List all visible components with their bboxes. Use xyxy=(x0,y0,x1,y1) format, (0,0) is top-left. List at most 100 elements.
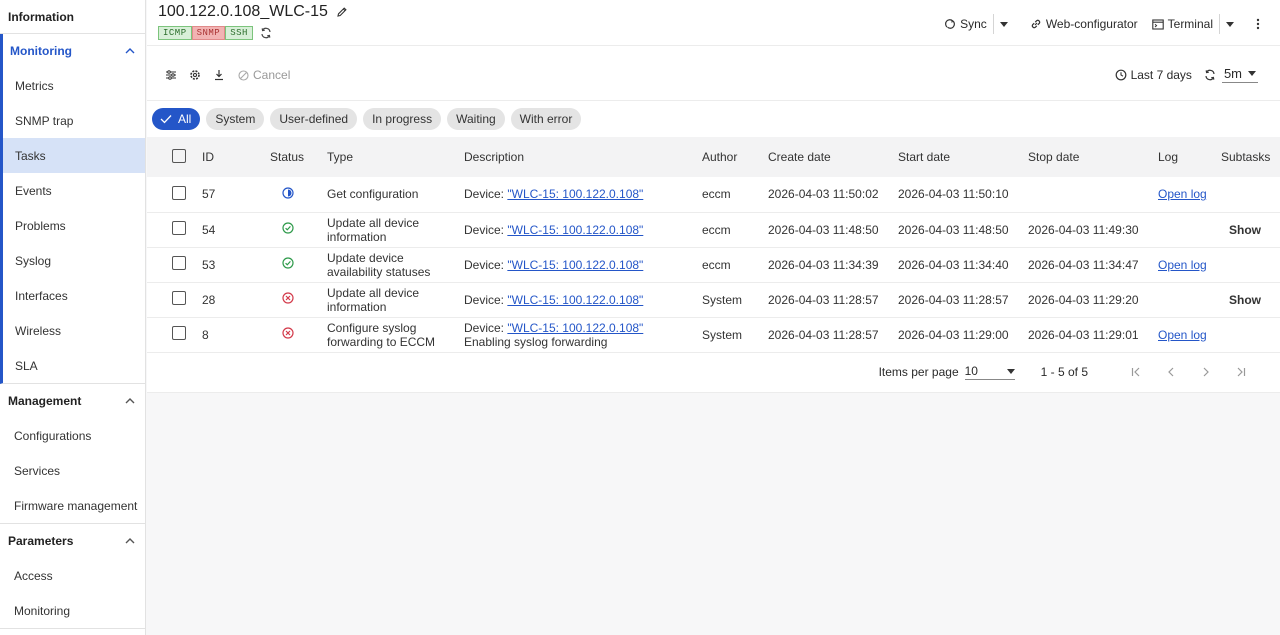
last-page-icon[interactable] xyxy=(1223,367,1258,377)
row-checkbox[interactable] xyxy=(172,185,186,200)
select-all-checkbox[interactable] xyxy=(172,148,186,163)
terminal-label: Terminal xyxy=(1167,17,1213,31)
sidebar-item-label: Monitoring xyxy=(14,603,71,618)
sidebar-item-sla[interactable]: SLA xyxy=(3,348,145,383)
device-link[interactable]: "WLC-15: 100.122.0.108" xyxy=(507,293,643,307)
sidebar-information[interactable]: Information xyxy=(0,0,145,34)
more-vertical-icon[interactable] xyxy=(1250,18,1266,30)
sync-dropdown-caret-icon[interactable] xyxy=(994,21,1014,27)
row-checkbox[interactable] xyxy=(172,256,186,270)
sidebar-item-metrics[interactable]: Metrics xyxy=(3,68,145,103)
sidebar-item-wireless[interactable]: Wireless xyxy=(3,313,145,348)
chip-label: System xyxy=(215,112,256,126)
refresh-status-icon[interactable] xyxy=(260,27,272,39)
col-header-status[interactable]: Status xyxy=(270,137,327,177)
sidebar-section-parameters[interactable]: Parameters xyxy=(0,524,145,558)
download-icon[interactable] xyxy=(212,68,226,82)
task-log xyxy=(1158,212,1221,247)
sidebar-item-access[interactable]: Access xyxy=(0,558,145,593)
row-checkbox[interactable] xyxy=(172,221,186,235)
filter-sliders-icon[interactable] xyxy=(164,68,178,82)
filter-chip-with-error[interactable]: With error xyxy=(510,108,582,130)
sidebar-item-events[interactable]: Events xyxy=(3,173,145,208)
table-row[interactable]: 57 Get configuration Device: "WLC-15: 100.… xyxy=(147,177,1280,212)
row-select-cell xyxy=(147,177,202,212)
table-row[interactable]: 28 Update all device information Device: "… xyxy=(147,282,1280,317)
auto-refresh-icon[interactable] xyxy=(1204,69,1216,81)
col-header-author[interactable]: Author xyxy=(702,137,768,177)
col-header-id[interactable]: ID xyxy=(202,137,270,177)
filter-chip-waiting[interactable]: Waiting xyxy=(447,108,505,130)
terminal-button[interactable]: Terminal xyxy=(1146,15,1219,33)
task-type: Configure syslog forwarding to ECCM xyxy=(327,320,436,349)
sidebar-item-snmp-trap[interactable]: SNMP trap xyxy=(3,103,145,138)
cancel-button[interactable]: Cancel xyxy=(238,68,290,82)
col-header-description[interactable]: Description xyxy=(464,137,702,177)
task-stop-date: 2026-04-03 11:29:20 xyxy=(1028,292,1139,307)
col-header-stop-date[interactable]: Stop date xyxy=(1028,137,1158,177)
sidebar-section-label: Monitoring xyxy=(10,44,72,58)
web-configurator-button[interactable]: Web-configurator xyxy=(1024,15,1144,33)
first-page-icon[interactable] xyxy=(1118,367,1153,377)
prev-page-icon[interactable] xyxy=(1153,367,1188,377)
task-status xyxy=(270,212,327,247)
refresh-interval-select[interactable]: 5m xyxy=(1221,66,1258,83)
open-log-link[interactable]: Open log xyxy=(1158,328,1207,342)
sidebar-item-problems[interactable]: Problems xyxy=(3,208,145,243)
filter-chip-in-progress[interactable]: In progress xyxy=(363,108,442,130)
row-select-cell xyxy=(147,247,202,282)
task-create-date: 2026-04-03 11:28:57 xyxy=(768,327,879,342)
device-link[interactable]: "WLC-15: 100.122.0.108" xyxy=(507,187,643,201)
settings-gear-icon[interactable] xyxy=(188,68,202,82)
task-author: eccm xyxy=(702,257,731,272)
row-checkbox[interactable] xyxy=(172,291,186,305)
device-link[interactable]: "WLC-15: 100.122.0.108" xyxy=(507,321,643,335)
sidebar-item-label: Services xyxy=(14,463,61,478)
task-author: eccm xyxy=(702,222,731,237)
task-id: 8 xyxy=(202,327,209,342)
edit-pencil-icon[interactable] xyxy=(336,6,348,18)
table-row[interactable]: 53 Update device availability statuses Dev… xyxy=(147,247,1280,282)
device-link[interactable]: "WLC-15: 100.122.0.108" xyxy=(507,258,643,272)
col-header-create-date[interactable]: Create date xyxy=(768,137,898,177)
device-link[interactable]: "WLC-15: 100.122.0.108" xyxy=(507,223,643,237)
sync-button[interactable]: Sync xyxy=(938,15,993,33)
task-log: Open log xyxy=(1158,247,1221,282)
filter-chip-user-defined[interactable]: User-defined xyxy=(270,108,358,130)
period-selector[interactable]: Last 7 days xyxy=(1115,68,1192,82)
sidebar-item-interfaces[interactable]: Interfaces xyxy=(3,278,145,313)
col-header-type[interactable]: Type xyxy=(327,137,464,177)
table-row[interactable]: 54 Update all device information Device: "… xyxy=(147,212,1280,247)
sidebar-item-firmware-management[interactable]: Firmware management xyxy=(0,488,145,523)
task-description: Device: "WLC-15: 100.122.0.108" xyxy=(464,282,702,317)
task-author: System xyxy=(702,292,743,307)
sidebar-item-label: Metrics xyxy=(15,78,54,93)
show-subtasks-button[interactable]: Show xyxy=(1229,293,1261,307)
sidebar-section-management[interactable]: Management xyxy=(0,384,145,418)
task-status xyxy=(270,282,327,317)
show-subtasks-button[interactable]: Show xyxy=(1229,223,1261,237)
col-header-subtasks[interactable]: Subtasks xyxy=(1221,137,1280,177)
filter-chip-system[interactable]: System xyxy=(206,108,265,130)
task-type: Update all device information xyxy=(327,215,420,244)
col-header-log[interactable]: Log xyxy=(1158,137,1221,177)
chevron-up-icon xyxy=(125,536,135,546)
sidebar-item-tasks[interactable]: Tasks xyxy=(3,138,145,173)
sidebar-item-services[interactable]: Services xyxy=(0,453,145,488)
row-checkbox[interactable] xyxy=(172,326,186,340)
open-log-link[interactable]: Open log xyxy=(1158,187,1207,201)
status-error-icon xyxy=(282,327,294,339)
open-log-link[interactable]: Open log xyxy=(1158,258,1207,272)
filter-chip-all[interactable]: All xyxy=(152,108,201,130)
terminal-dropdown-caret-icon[interactable] xyxy=(1220,21,1240,27)
items-per-page-select[interactable]: 10 xyxy=(964,364,1015,380)
table-row[interactable]: 8 Configure syslog forwarding to ECCM Devi… xyxy=(147,317,1280,352)
sidebar-item-syslog[interactable]: Syslog xyxy=(3,243,145,278)
sidebar-section-monitoring[interactable]: Monitoring xyxy=(3,34,145,68)
snmp-badge: SNMP xyxy=(191,26,226,40)
next-page-icon[interactable] xyxy=(1188,367,1223,377)
col-header-start-date[interactable]: Start date xyxy=(898,137,1028,177)
page-title: 100.122.0.108_WLC-15 xyxy=(158,3,348,21)
sidebar-item-monitoring-params[interactable]: Monitoring xyxy=(0,593,145,628)
sidebar-item-configurations[interactable]: Configurations xyxy=(0,418,145,453)
